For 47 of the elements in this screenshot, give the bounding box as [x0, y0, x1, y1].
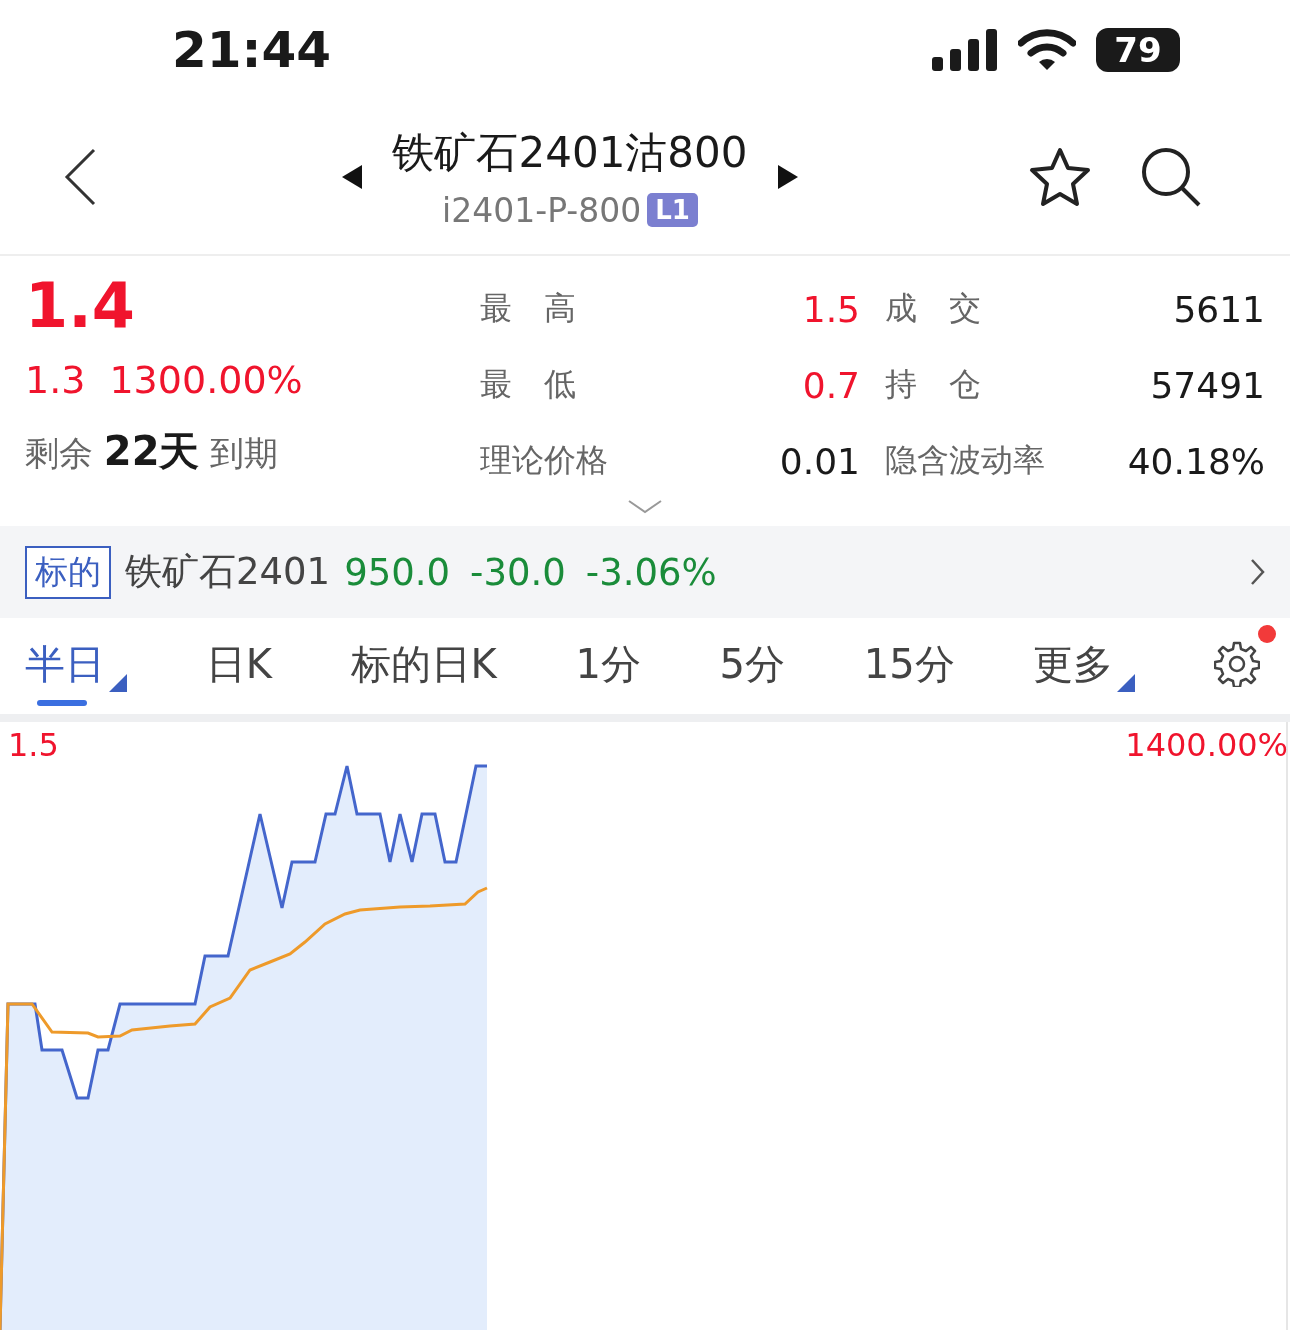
stat-label: 持 仓 [885, 364, 981, 405]
chevron-right-icon[interactable] [1251, 559, 1265, 585]
dropdown-corner-icon [109, 673, 127, 692]
dropdown-corner-icon [1117, 673, 1136, 692]
level-badge: L1 [647, 193, 698, 227]
period-tab[interactable]: 更多 [1033, 626, 1136, 706]
underlying-price: 950.0 [344, 550, 451, 594]
last-price: 1.4 [25, 270, 136, 342]
stat-value: 1.5 [802, 288, 860, 330]
period-tab[interactable]: 15分 [863, 626, 955, 706]
back-icon[interactable] [63, 148, 97, 206]
underlying-tag: 标的 [25, 545, 111, 599]
previous-arrow-icon[interactable] [342, 165, 363, 189]
period-tab[interactable]: 1分 [575, 626, 641, 706]
stat-value: 0.01 [779, 440, 860, 482]
next-arrow-icon[interactable] [777, 165, 798, 189]
expiry-text: 剩余 22天 到期 [25, 427, 280, 476]
signal-icon [932, 29, 998, 71]
expand-chevron-icon[interactable] [628, 500, 662, 514]
contract-title: 铁矿石2401沽800 [392, 126, 748, 179]
stat-value: 40.18% [1127, 440, 1265, 482]
underlying-name: 铁矿石2401 [125, 549, 331, 595]
underlying-change: -30.0 [470, 550, 566, 594]
stat-value: 0.7 [802, 364, 860, 406]
axis-percent-label: 1400.00% [1125, 726, 1288, 764]
period-tab[interactable]: 半日 [25, 626, 127, 706]
axis-price-label: 1.5 [8, 726, 59, 764]
wifi-icon [1018, 29, 1076, 71]
contract-code: i2401-P-800 [442, 190, 642, 230]
settings-icon[interactable] [1214, 641, 1260, 687]
period-tab[interactable]: 日K [205, 626, 272, 706]
stat-value: 57491 [1150, 364, 1265, 406]
stat-label: 隐含波动率 [885, 440, 1045, 481]
status-time: 21:44 [172, 21, 332, 79]
period-tab[interactable]: 标的日K [350, 626, 497, 706]
stat-label: 最 高 [480, 288, 576, 329]
period-tab[interactable]: 5分 [719, 626, 786, 706]
stat-label: 成 交 [885, 288, 981, 329]
search-icon[interactable] [1140, 146, 1202, 208]
star-icon[interactable] [1029, 147, 1091, 207]
stat-value: 5611 [1173, 288, 1265, 330]
stat-label: 最 低 [480, 364, 576, 405]
price-change-percent: 1300.00% [109, 358, 303, 402]
underlying-change-percent: -3.06% [585, 550, 717, 594]
battery-level: 79 [1096, 28, 1180, 72]
price-change: 1.3 [25, 358, 86, 402]
stat-label: 理论价格 [480, 440, 608, 481]
